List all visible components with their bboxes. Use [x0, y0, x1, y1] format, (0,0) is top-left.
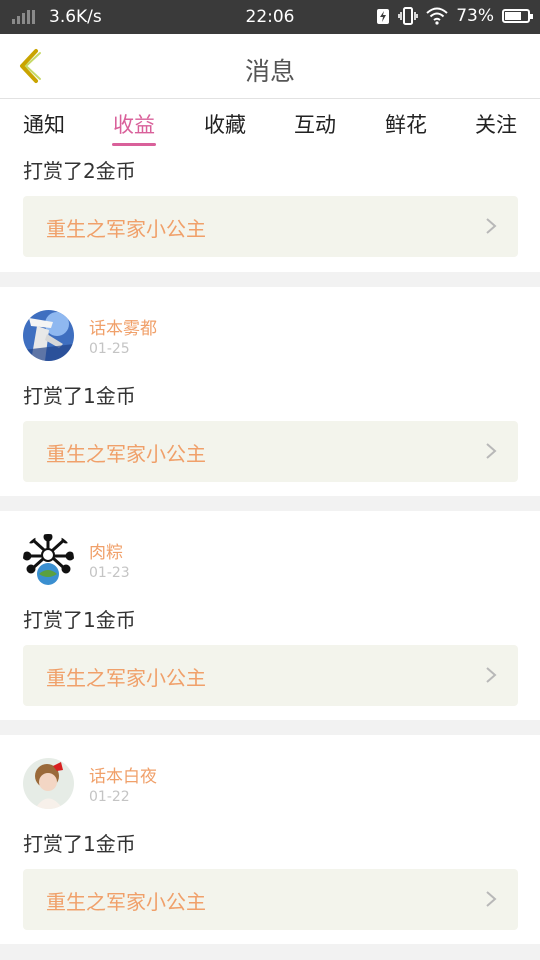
- message-date: 01-25: [89, 341, 130, 357]
- tab-earnings[interactable]: 收益: [104, 109, 164, 146]
- tab-label: 通知: [23, 113, 65, 137]
- book-link[interactable]: 重生之军家小公主: [23, 645, 518, 706]
- tab-label: 鲜花: [385, 113, 427, 137]
- reward-text: 打赏了1金币: [23, 832, 136, 856]
- avatar[interactable]: [23, 758, 74, 809]
- tab-label: 收藏: [204, 113, 246, 137]
- chevron-right-icon: [486, 443, 497, 459]
- tab-label: 关注: [475, 113, 517, 137]
- tab-flowers[interactable]: 鲜花: [376, 109, 436, 139]
- list-item: 肉粽 01-23 打赏了1金币 重生之军家小公主: [0, 511, 540, 720]
- tab-bar: 通知 收益 收藏 互动 鲜花 关注: [0, 99, 540, 146]
- battery-saver-icon: [377, 9, 390, 24]
- username[interactable]: 话本雾都: [89, 314, 157, 339]
- username[interactable]: 肉粽: [89, 538, 123, 563]
- avatar[interactable]: [23, 310, 74, 361]
- book-link[interactable]: 重生之军家小公主: [23, 421, 518, 482]
- book-title: 重生之军家小公主: [46, 890, 206, 914]
- battery-percent: 73%: [456, 6, 494, 26]
- message-date: 01-23: [89, 565, 130, 581]
- list-item: 话本白夜 01-22 打赏了1金币 重生之军家小公主: [0, 735, 540, 944]
- book-link[interactable]: 重生之军家小公主: [23, 869, 518, 930]
- tab-notifications[interactable]: 通知: [14, 109, 74, 139]
- avatar[interactable]: [23, 534, 74, 585]
- tab-following[interactable]: 关注: [466, 109, 526, 139]
- book-title: 重生之军家小公主: [46, 217, 206, 241]
- username[interactable]: 话本白夜: [89, 762, 157, 787]
- navigation-bar: 消息: [0, 34, 540, 99]
- status-bar: 3.6K/s 22:06 73%: [0, 0, 540, 34]
- message-list[interactable]: 打赏了2金币 重生之军家小公主 话本雾都 01-25 打赏了1金币 重生之军家小…: [0, 146, 540, 960]
- list-item: 打赏了2金币 重生之军家小公主: [0, 146, 540, 272]
- reward-text: 打赏了1金币: [23, 384, 136, 408]
- chevron-right-icon: [486, 891, 497, 907]
- wifi-icon: [426, 7, 448, 25]
- reward-text: 打赏了1金币: [23, 608, 136, 632]
- reward-text: 打赏了2金币: [23, 159, 136, 183]
- battery-icon: [502, 9, 533, 23]
- chevron-right-icon: [486, 218, 497, 234]
- vibrate-icon: [398, 7, 419, 25]
- tab-label: 互动: [294, 113, 336, 137]
- book-link[interactable]: 重生之军家小公主: [23, 196, 518, 257]
- message-date: 01-22: [89, 789, 130, 805]
- chevron-right-icon: [486, 667, 497, 683]
- tab-favorites[interactable]: 收藏: [195, 109, 255, 139]
- list-item: 话本雾都 01-25 打赏了1金币 重生之军家小公主: [0, 287, 540, 496]
- tab-interactions[interactable]: 互动: [285, 109, 345, 139]
- book-title: 重生之军家小公主: [46, 666, 206, 690]
- book-title: 重生之军家小公主: [46, 442, 206, 466]
- tab-label: 收益: [113, 113, 155, 137]
- page-title: 消息: [244, 57, 295, 86]
